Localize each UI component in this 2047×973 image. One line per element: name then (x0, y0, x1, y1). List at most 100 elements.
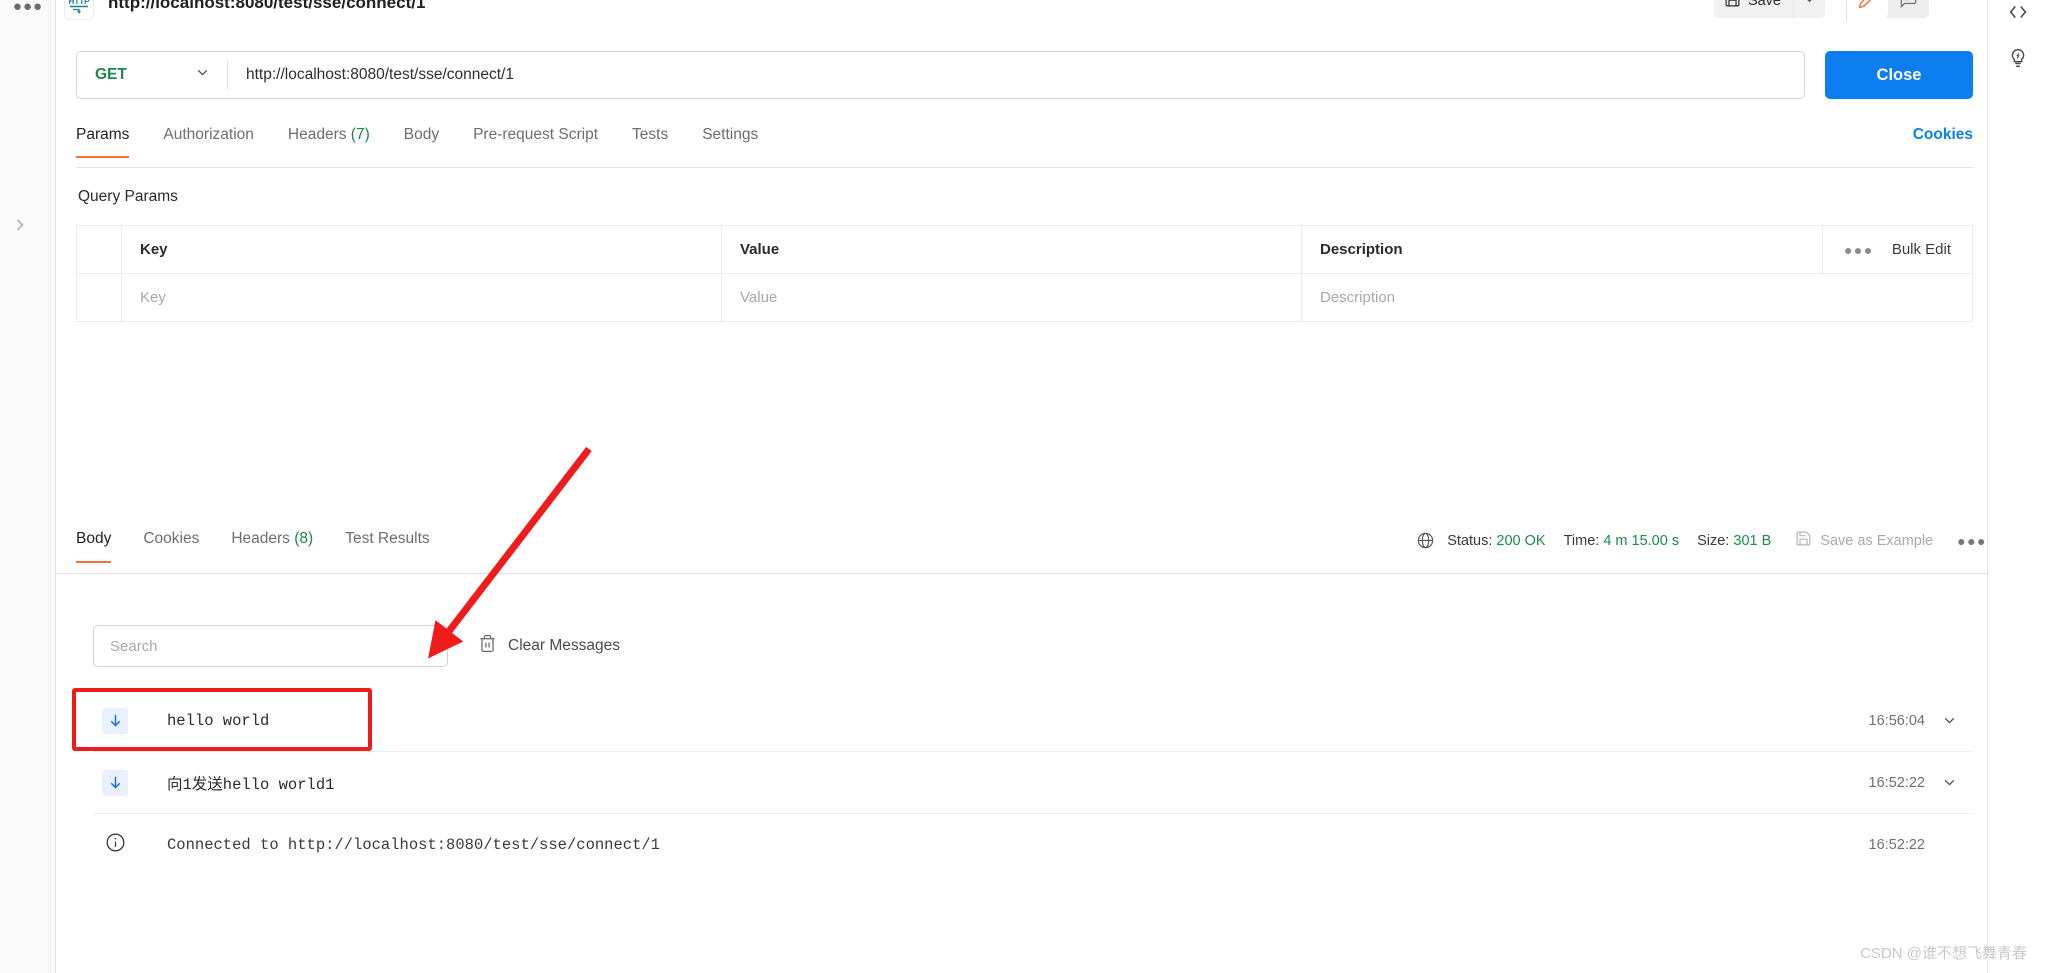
tab-label: Test Results (345, 530, 430, 547)
message-text: Connected to http://localhost:8080/test/… (167, 836, 660, 854)
tab-label: Headers (231, 530, 290, 547)
url-input[interactable]: http://localhost:8080/test/sse/connect/1 (228, 66, 1804, 84)
code-brackets-icon[interactable] (2002, 0, 2034, 28)
response-tab-body[interactable]: Body (76, 530, 112, 563)
response-tab-headers[interactable]: Headers (8) (231, 530, 313, 562)
watermark: CSDN @谁不想飞舞青春 (1860, 945, 2027, 962)
chevron-down-icon[interactable] (1925, 712, 1973, 729)
column-header-value: Value (722, 226, 1302, 273)
url-input-container: GET http://localhost:8080/test/sse/conne… (76, 51, 1805, 99)
time-value: 4 m 15.00 s (1603, 532, 1680, 549)
key-input[interactable]: Key (122, 274, 722, 321)
column-header-description: Description (1320, 241, 1403, 258)
cookies-link[interactable]: Cookies (1913, 126, 1973, 157)
right-sidebar-rail (1987, 0, 2047, 973)
query-params-title: Query Params (78, 188, 178, 205)
message-list: hello world 16:56:04 向1发送hello world1 16… (93, 690, 1973, 876)
list-item[interactable]: 向1发送hello world1 16:52:22 (93, 752, 1973, 814)
tab-label: Authorization (163, 126, 254, 143)
tab-tests[interactable]: Tests (632, 126, 668, 157)
request-title: http://localhost:8080/test/sse/connect/1 (108, 0, 426, 12)
http-method-select[interactable]: GET (77, 52, 227, 98)
save-button-group: Save (1713, 0, 1825, 18)
save-button-label: Save (1747, 0, 1781, 9)
svg-text:HTTP: HTTP (69, 0, 91, 6)
tab-label: Body (403, 126, 440, 143)
status-label: Status: (1447, 532, 1493, 549)
response-meta-bar: Status: 200 OK Time: 4 m 15.00 s Size: 3… (1416, 530, 1987, 563)
chevron-down-icon[interactable] (1925, 774, 1973, 791)
message-direction (93, 769, 137, 796)
message-toolbar: Clear Messages (93, 625, 620, 667)
save-options-caret[interactable] (1793, 0, 1825, 18)
tab-body[interactable]: Body (404, 126, 439, 157)
save-as-example-button[interactable]: Save as Example (1795, 530, 1933, 551)
chevron-right-icon[interactable] (0, 205, 40, 245)
size-indicator: Size: 301 B (1697, 533, 1771, 549)
http-method-label: GET (95, 66, 127, 83)
tab-settings[interactable]: Settings (702, 126, 758, 157)
row-checkbox-cell[interactable] (77, 274, 122, 321)
ellipsis-icon[interactable]: ●●● (1957, 533, 1987, 549)
tab-label: Headers (287, 126, 347, 143)
message-timestamp: 16:52:22 (1868, 837, 1925, 853)
tab-label: Params (76, 126, 130, 143)
comment-mode-button[interactable] (1888, 0, 1929, 18)
view-toggle-group (1847, 0, 1929, 18)
list-item[interactable]: Connected to http://localhost:8080/test/… (93, 814, 1973, 876)
size-label: Size: (1697, 532, 1730, 549)
save-as-example-label: Save as Example (1820, 532, 1934, 549)
save-button[interactable]: Save (1713, 0, 1793, 18)
arrow-down-icon (102, 707, 128, 734)
ellipsis-icon[interactable]: ●●● (13, 0, 42, 20)
list-item[interactable]: hello world 16:56:04 (93, 690, 1973, 752)
clear-messages-label: Clear Messages (508, 637, 620, 654)
bulk-edit-button[interactable]: Bulk Edit (1892, 241, 1951, 258)
tab-authorization[interactable]: Authorization (163, 126, 253, 157)
search-input[interactable] (93, 625, 448, 667)
column-header-key: Key (122, 226, 722, 273)
url-bar-row: GET http://localhost:8080/test/sse/conne… (76, 51, 1973, 99)
response-tab-test-results[interactable]: Test Results (345, 530, 429, 562)
tab-label: Cookies (143, 530, 200, 547)
tab-label: Settings (702, 126, 759, 143)
globe-icon (1416, 531, 1435, 550)
size-value: 301 B (1733, 532, 1772, 549)
value-input[interactable]: Value (722, 274, 1302, 321)
message-text: 向1发送hello world1 (167, 775, 335, 794)
message-timestamp: 16:56:04 (1868, 712, 1925, 729)
request-header: HTTP http://localhost:8080/test/sse/conn… (56, 0, 1987, 32)
clear-messages-button[interactable]: Clear Messages (478, 634, 620, 658)
table-header-row: Key Value Description ●●● Bulk Edit (77, 226, 1972, 274)
tab-headers[interactable]: Headers (7) (288, 126, 370, 157)
time-label: Time: (1563, 532, 1600, 549)
message-direction (93, 707, 137, 734)
description-input[interactable]: Description (1302, 274, 1972, 321)
response-tab-bar: Body Cookies Headers (8) Test Results St… (56, 530, 1987, 574)
tab-pre-request-script[interactable]: Pre-request Script (473, 126, 598, 157)
left-sidebar-rail: ●●● (0, 0, 56, 973)
tab-params[interactable]: Params (76, 126, 130, 158)
query-params-table: Key Value Description ●●● Bulk Edit Key … (76, 225, 1973, 322)
info-icon (105, 832, 126, 858)
tab-count: (8) (294, 530, 314, 547)
lightbulb-icon[interactable] (2002, 42, 2034, 74)
select-all-cell (77, 226, 122, 273)
response-tab-cookies[interactable]: Cookies (143, 530, 199, 562)
table-row: Key Value Description (77, 274, 1972, 322)
floppy-disk-icon (1724, 0, 1741, 12)
time-indicator: Time: 4 m 15.00 s (1564, 533, 1680, 549)
http-protocol-icon: HTTP (64, 0, 94, 20)
message-timestamp: 16:52:22 (1868, 774, 1925, 791)
postman-request-window: ●●● HTTP http://localhost:8080/test/sse/… (0, 0, 2047, 973)
table-actions: ●●● Bulk Edit (1822, 226, 1972, 273)
message-status (93, 832, 137, 858)
edit-mode-button[interactable] (1847, 0, 1888, 18)
tab-label: Body (76, 530, 112, 547)
close-button[interactable]: Close (1825, 51, 1973, 99)
ellipsis-icon[interactable]: ●●● (1844, 242, 1874, 258)
comment-icon (1899, 0, 1918, 12)
arrow-down-icon (102, 769, 128, 796)
chevron-down-icon (194, 64, 211, 86)
tab-label: Tests (632, 126, 669, 143)
